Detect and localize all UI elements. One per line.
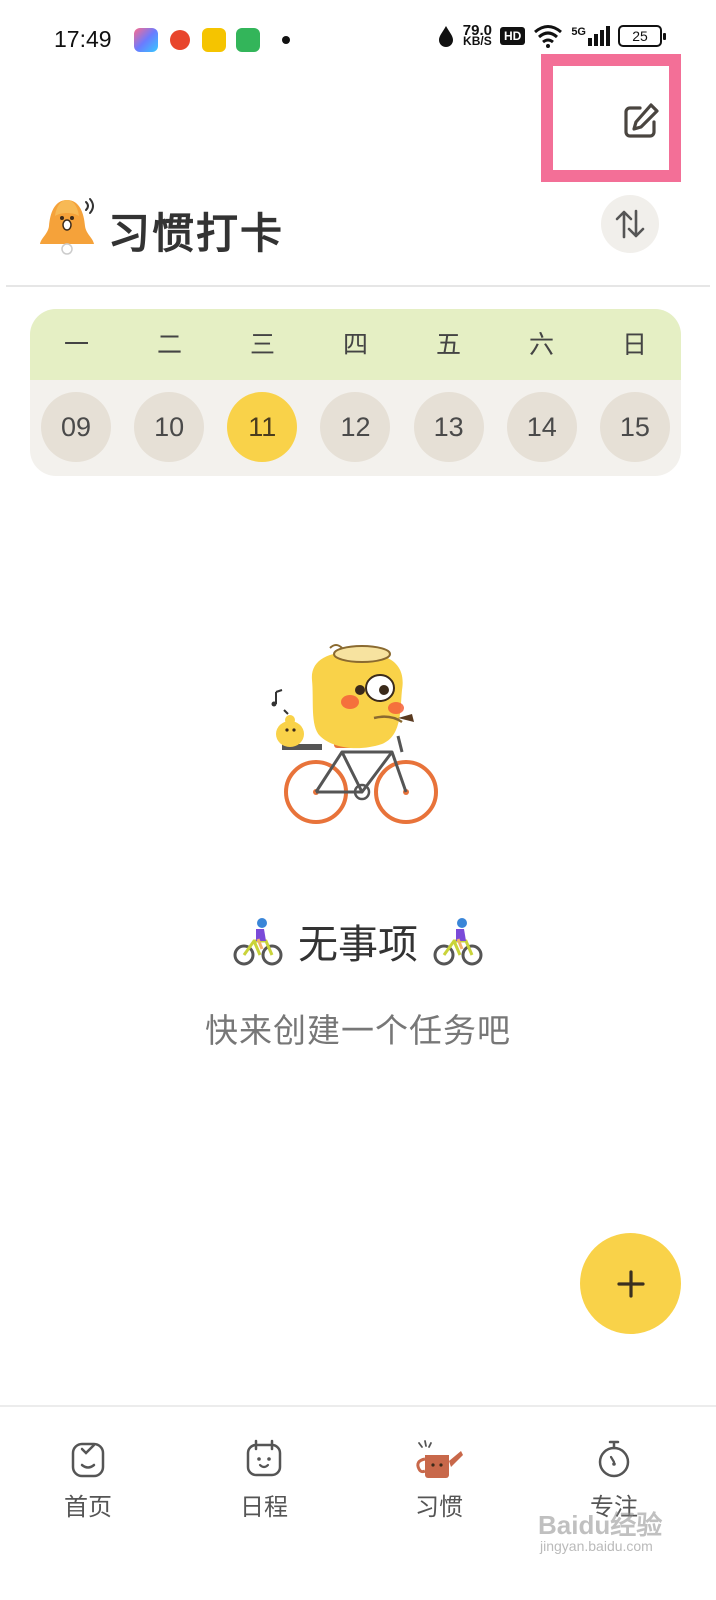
sort-arrows-icon	[615, 209, 645, 239]
calendar-face-icon	[246, 1439, 282, 1477]
home-icon	[71, 1442, 105, 1478]
date-row: 09 10 11 12 13 14 15	[30, 380, 681, 462]
stopwatch-icon	[598, 1440, 630, 1478]
empty-state-subtitle: 快来创建一个任务吧	[205, 1011, 511, 1050]
weekday-label: 二	[156, 330, 182, 359]
sort-button[interactable]	[601, 195, 659, 253]
weekday-label: 一	[63, 330, 89, 359]
status-indicators: 79.0 KB/S HD 5G 25	[437, 22, 666, 48]
empty-state-title-row: 无事项	[0, 912, 716, 970]
cyclist-emoji-icon	[233, 918, 283, 966]
week-calendar: 一 二 三 四 五 六 日 09 10 11 12 13 14 15	[30, 309, 681, 476]
status-time: 17:49	[54, 26, 112, 52]
nav-label-home: 首页	[64, 1493, 112, 1521]
weekday-label: 日	[621, 330, 647, 359]
cell-signal-icon: 5G	[571, 26, 610, 46]
empty-state-title: 无事项	[298, 922, 418, 968]
network-speed: 79.0 KB/S	[462, 22, 492, 48]
hd-badge: HD	[499, 27, 526, 45]
weekday-label: 三	[249, 330, 275, 359]
watering-can-icon	[416, 1440, 463, 1478]
plus-icon	[616, 1269, 645, 1298]
notification-icons	[134, 28, 290, 52]
nav-item-habit[interactable]: 习惯	[384, 1437, 494, 1522]
nav-label-schedule: 日程	[240, 1493, 288, 1521]
watermark: Baidu经验	[538, 1510, 663, 1540]
nav-label-habit: 习惯	[415, 1493, 463, 1521]
weekday-label: 五	[435, 330, 461, 359]
add-task-button[interactable]	[580, 1233, 681, 1334]
date-cell[interactable]: 15	[599, 392, 670, 462]
nav-item-schedule[interactable]: 日程	[209, 1437, 319, 1522]
weekday-label: 四	[342, 330, 368, 359]
app-notification-icon	[134, 28, 158, 52]
date-cell[interactable]: 13	[413, 392, 484, 462]
watermark-url: jingyan.baidu.com	[540, 1538, 653, 1554]
wifi-icon	[534, 25, 563, 48]
bottom-navigation: 首页 日程 习惯 专注	[0, 1405, 716, 1600]
battery-icon: 25	[618, 25, 666, 47]
shopping-notification-icon	[170, 30, 190, 50]
page-title: 习惯打卡	[108, 209, 285, 258]
cyclist-emoji-icon	[433, 918, 483, 966]
date-cell-selected[interactable]: 11	[227, 392, 298, 462]
empty-state-illustration	[271, 644, 438, 824]
page-header: 习惯打卡	[0, 180, 716, 280]
more-notifications-dot-icon	[282, 36, 290, 44]
weekday-row: 一 二 三 四 五 六 日	[30, 309, 681, 380]
edit-icon	[624, 103, 659, 138]
wallet-notification-icon	[202, 28, 226, 52]
store-notification-icon	[236, 28, 260, 52]
weekday-label: 六	[528, 330, 554, 359]
date-cell[interactable]: 09	[41, 392, 111, 462]
bell-mascot-icon	[40, 198, 94, 255]
nav-item-home[interactable]: 首页	[33, 1437, 143, 1522]
date-cell[interactable]: 14	[506, 392, 577, 462]
header-divider	[6, 285, 710, 287]
date-cell[interactable]: 12	[320, 392, 391, 462]
edit-button[interactable]	[614, 96, 666, 148]
date-cell[interactable]: 10	[134, 392, 205, 462]
water-drop-icon	[438, 26, 453, 47]
